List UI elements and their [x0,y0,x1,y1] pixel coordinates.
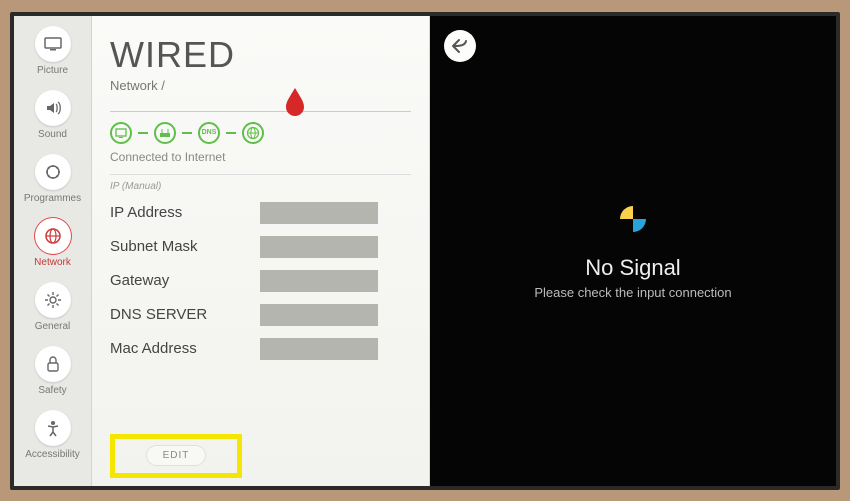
field-label: Mac Address [110,340,260,357]
no-signal-subtitle: Please check the input connection [534,285,731,300]
sidebar-item-label: General [35,321,71,332]
field-label: Gateway [110,272,260,289]
globe-status-icon [242,122,264,144]
edit-button[interactable]: EDIT [146,445,207,466]
ip-address-value [260,202,378,224]
router-status-icon [154,122,176,144]
sidebar-item-label: Picture [37,65,68,76]
sidebar-item-label: Network [34,257,71,268]
dns-status-icon: DNS [198,122,220,144]
status-connector [138,132,148,134]
field-label: DNS SERVER [110,306,260,323]
no-signal-icon [616,202,650,241]
connection-status-chain: DNS [110,122,411,144]
tv-display-area: No Signal Please check the input connect… [430,16,836,486]
sidebar-item-programmes[interactable]: Programmes [14,150,91,214]
sidebar-item-label: Accessibility [25,449,79,460]
dns-server-value [260,304,378,326]
sidebar-item-label: Sound [38,129,67,140]
field-label: Subnet Mask [110,238,260,255]
sidebar-item-accessibility[interactable]: Accessibility [14,406,91,470]
status-connector [182,132,192,134]
gear-icon [35,282,71,318]
highlight-box: EDIT [110,434,242,478]
mac-address-value [260,338,378,360]
sidebar-item-sound[interactable]: Sound [14,86,91,150]
lock-icon [35,346,71,382]
network-settings-panel: WIRED Network / DNS Connected to Interne… [92,16,430,486]
sound-icon [35,90,71,126]
ip-mode-label: IP (Manual) [110,174,411,192]
settings-sidebar: Picture Sound Programmes Network General [14,16,92,486]
divider [110,111,411,112]
programmes-icon [35,154,71,190]
picture-icon [35,26,71,62]
accessibility-icon [35,410,71,446]
field-row-dns: DNS SERVER [110,302,411,328]
sidebar-item-network[interactable]: Network [14,214,91,278]
sidebar-item-label: Safety [38,385,66,396]
network-icon [35,218,71,254]
sidebar-item-safety[interactable]: Safety [14,342,91,406]
subnet-mask-value [260,236,378,258]
back-arrow-icon [451,38,469,54]
back-button[interactable] [444,30,476,62]
tv-frame: Picture Sound Programmes Network General [10,12,840,490]
field-label: IP Address [110,204,260,221]
connection-status-text: Connected to Internet [110,150,411,164]
field-row-gateway: Gateway [110,268,411,294]
sidebar-item-label: Programmes [24,193,81,204]
sidebar-item-general[interactable]: General [14,278,91,342]
field-row-ip: IP Address [110,200,411,226]
gateway-value [260,270,378,292]
tv-status-icon [110,122,132,144]
field-row-subnet: Subnet Mask [110,234,411,260]
status-connector [226,132,236,134]
drop-icon [282,86,308,121]
field-row-mac: Mac Address [110,336,411,362]
breadcrumb: Network / [110,78,411,93]
page-title: WIRED [110,34,411,76]
no-signal-title: No Signal [585,255,680,281]
sidebar-item-picture[interactable]: Picture [14,22,91,86]
